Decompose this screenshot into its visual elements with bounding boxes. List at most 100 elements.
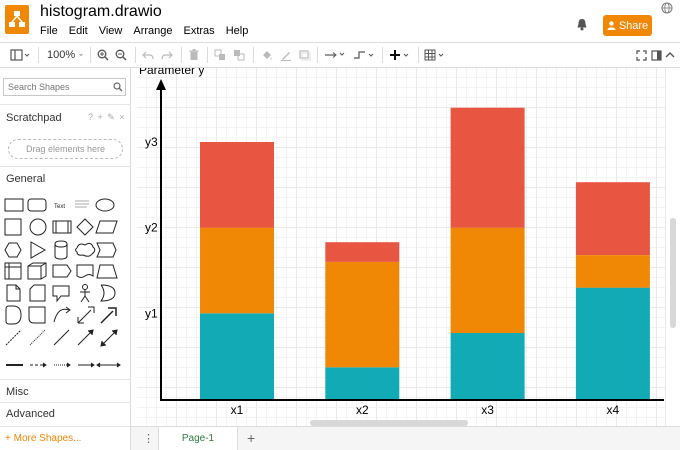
- scratchpad-actions[interactable]: ? + ✎ ×: [88, 112, 126, 123]
- to-back-button[interactable]: [232, 43, 246, 67]
- vertical-scrollbar[interactable]: [665, 68, 680, 426]
- square-shape[interactable]: [4, 218, 22, 236]
- tape-shape[interactable]: [52, 264, 72, 278]
- zoom-select[interactable]: 100%: [47, 43, 83, 67]
- delete-button[interactable]: [188, 43, 200, 67]
- tab-page-1[interactable]: Page-1: [158, 427, 238, 450]
- bar-x1-middle[interactable]: [200, 227, 274, 314]
- hexagon-shape[interactable]: [4, 242, 22, 258]
- menu-file[interactable]: File: [40, 25, 58, 37]
- general-header[interactable]: General: [6, 173, 45, 185]
- bar-x4-middle[interactable]: [575, 255, 650, 288]
- rectangle-shape[interactable]: [4, 198, 24, 212]
- trash-icon: [189, 49, 199, 60]
- undo-button[interactable]: [141, 43, 155, 67]
- arrow-shape[interactable]: [100, 307, 117, 324]
- curve-shape[interactable]: [53, 308, 70, 323]
- cube-shape[interactable]: [27, 262, 47, 280]
- card-shape[interactable]: [29, 284, 46, 302]
- share-label: Share: [618, 19, 649, 32]
- bar-x4-bottom[interactable]: [575, 287, 650, 399]
- menu-view[interactable]: View: [99, 25, 123, 37]
- insert-button[interactable]: [388, 43, 412, 67]
- bar-x3-middle[interactable]: [450, 227, 525, 333]
- format-panel-button[interactable]: [650, 43, 662, 67]
- bar-x3-bottom[interactable]: [450, 333, 525, 399]
- rounded-rectangle-shape[interactable]: [27, 198, 47, 212]
- waypoints-button[interactable]: [352, 43, 376, 67]
- document-shape[interactable]: [76, 264, 94, 278]
- bidirectional-line-shape[interactable]: [101, 330, 117, 346]
- stacked-bar-chart[interactable]: x1 x2 x3 x4 y1 y2 y3 Parameter y: [137, 68, 665, 426]
- misc-header[interactable]: Misc: [6, 386, 29, 398]
- toolbar: 100%: [0, 42, 680, 68]
- pages-menu-icon[interactable]: ⋮: [143, 432, 154, 445]
- vertical-scroll-thumb[interactable]: [670, 218, 676, 328]
- note-shape[interactable]: [6, 284, 21, 302]
- ellipse-shape[interactable]: [95, 198, 115, 212]
- cloud-shape[interactable]: [75, 242, 96, 257]
- actor-shape[interactable]: [82, 284, 88, 290]
- paint-bucket-icon: [263, 51, 272, 60]
- connection-style-button[interactable]: [323, 43, 347, 67]
- line-shape[interactable]: [53, 329, 70, 346]
- bar-x1-top[interactable]: [200, 142, 274, 228]
- delay-shape[interactable]: [5, 305, 22, 325]
- search-icon[interactable]: [113, 81, 123, 95]
- bidirectional-arrow-shape[interactable]: [77, 306, 95, 324]
- callout-shape[interactable]: [52, 285, 70, 303]
- zoom-out-button[interactable]: [114, 43, 128, 67]
- search-shapes-input[interactable]: [3, 78, 126, 96]
- y-tick-label-y1: y1: [145, 306, 158, 320]
- to-front-button[interactable]: [213, 43, 227, 67]
- menu-arrange[interactable]: Arrange: [133, 25, 172, 37]
- table-button[interactable]: [423, 43, 447, 67]
- circle-shape[interactable]: [29, 218, 47, 236]
- step-shape[interactable]: [96, 242, 117, 258]
- trapezoid-shape[interactable]: [96, 264, 118, 279]
- menu-extras[interactable]: Extras: [184, 25, 215, 37]
- arrow-right-icon: [325, 52, 345, 58]
- cylinder-shape[interactable]: [54, 240, 68, 260]
- scratchpad-drop-zone[interactable]: Drag elements here: [8, 139, 123, 159]
- or-shape[interactable]: [100, 284, 116, 302]
- bar-x2-middle[interactable]: [325, 261, 400, 368]
- add-page-icon[interactable]: +: [247, 430, 255, 446]
- share-button[interactable]: Share: [603, 15, 652, 36]
- menu-edit[interactable]: Edit: [69, 25, 88, 37]
- bar-x3-top[interactable]: [450, 107, 525, 228]
- triangle-shape[interactable]: [30, 241, 47, 259]
- language-globe-icon[interactable]: [661, 2, 673, 17]
- shadow-button[interactable]: [298, 43, 312, 67]
- diamond-shape[interactable]: [76, 218, 94, 236]
- collapse-button[interactable]: [664, 43, 676, 67]
- format-panel-toggle-button[interactable]: [8, 43, 32, 67]
- internal-storage-shape[interactable]: [4, 262, 22, 280]
- directional-line-shape[interactable]: [77, 330, 93, 346]
- fullscreen-button[interactable]: [634, 43, 648, 67]
- document-title[interactable]: histogram.drawio: [40, 3, 162, 21]
- line-color-button[interactable]: [279, 43, 293, 67]
- parallelogram-shape[interactable]: [95, 220, 118, 234]
- fill-color-button[interactable]: [260, 43, 274, 67]
- bar-x2-top[interactable]: [325, 242, 400, 262]
- y-axis-title[interactable]: Parameter y: [139, 68, 204, 77]
- table-grid-icon: [424, 49, 444, 61]
- text-shape[interactable]: Text: [54, 204, 65, 210]
- bar-x4-top[interactable]: [575, 182, 650, 255]
- notifications-bell-icon[interactable]: [576, 18, 588, 34]
- more-shapes-button[interactable]: + More Shapes...: [5, 433, 81, 444]
- dashed-line-shape[interactable]: [5, 329, 22, 346]
- scratchpad-header[interactable]: Scratchpad: [6, 112, 62, 124]
- zoom-in-button[interactable]: [96, 43, 110, 67]
- advanced-header[interactable]: Advanced: [6, 408, 55, 420]
- general-shapes-palette[interactable]: Text: [3, 198, 127, 373]
- x-tick-label-x2: x2: [356, 403, 369, 417]
- menu-help[interactable]: Help: [226, 25, 249, 37]
- redo-button[interactable]: [160, 43, 174, 67]
- diagram-canvas[interactable]: x1 x2 x3 x4 y1 y2 y3 Parameter y: [137, 68, 665, 426]
- bar-x1-bottom[interactable]: [200, 313, 274, 399]
- data-storage-shape[interactable]: [28, 306, 46, 324]
- dotted-line-shape[interactable]: [29, 329, 46, 346]
- bar-x2-bottom[interactable]: [325, 367, 400, 399]
